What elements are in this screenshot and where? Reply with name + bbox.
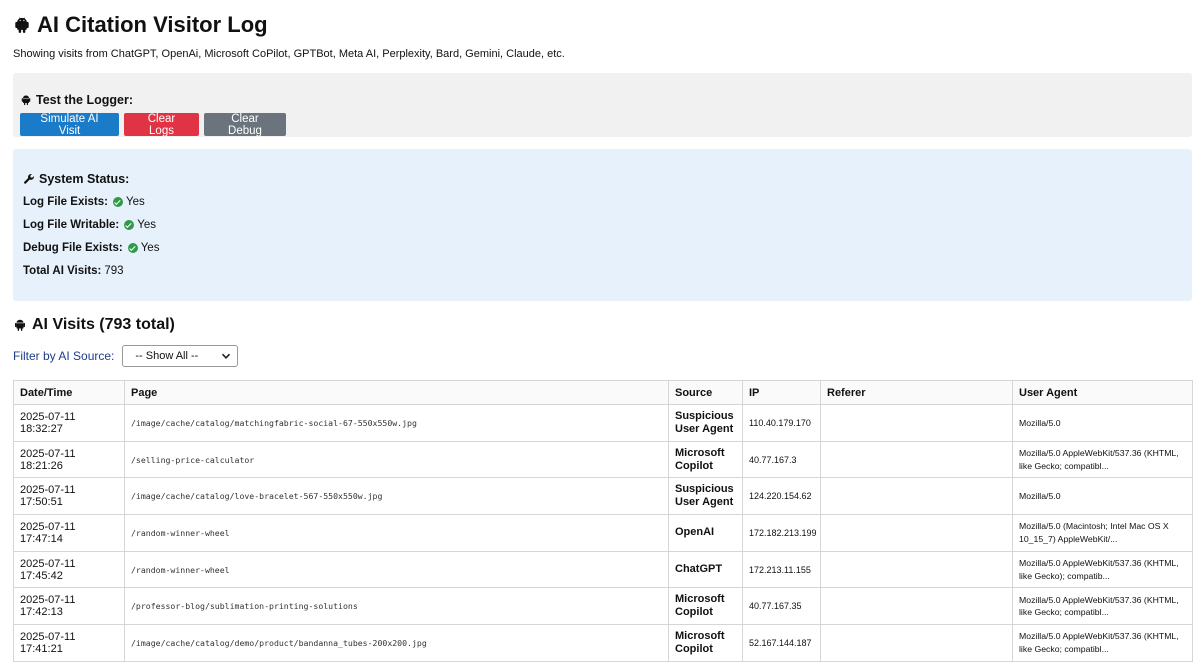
column-header-ip[interactable]: IP <box>742 380 821 405</box>
column-header-datetime[interactable]: Date/Time <box>13 380 125 405</box>
status-label: Log File Exists: <box>23 196 108 209</box>
cell-datetime: 2025-07-11 18:21:26 <box>13 440 125 479</box>
table-row: 2025-07-11 17:41:21 /image/cache/catalog… <box>13 624 1193 662</box>
cell-source: Microsoft Copilot <box>668 440 743 479</box>
cell-ip: 52.167.144.187 <box>742 624 821 662</box>
source-filter-select[interactable]: -- Show All -- <box>122 345 239 367</box>
cell-page: /image/cache/catalog/demo/product/bandan… <box>124 624 669 662</box>
status-label: Log File Writable: <box>23 219 120 232</box>
test-logger-title-text: Test the Logger: <box>36 93 133 107</box>
cell-ip: 110.40.179.170 <box>742 404 821 442</box>
cell-source: OpenAI <box>668 514 743 552</box>
cell-user-agent: Mozilla/5.0 AppleWebKit/537.36 (KHTML, l… <box>1012 624 1193 662</box>
source-filter: Filter by AI Source: -- Show All -- <box>13 344 1192 368</box>
cell-source: Microsoft Copilot <box>668 587 743 626</box>
cell-user-agent: Mozilla/5.0 AppleWebKit/537.36 (KHTML, l… <box>1012 440 1193 479</box>
status-value: Yes <box>137 219 157 232</box>
cell-source: ChatGPT <box>668 550 743 589</box>
chevron-down-icon <box>221 351 231 361</box>
visits-table: Date/Time Page Source IP Referer User Ag… <box>13 380 1193 662</box>
android-icon <box>13 318 27 332</box>
visits-heading: AI Visits (793 total) <box>13 315 1192 335</box>
clear-logs-button[interactable]: Clear Logs <box>124 113 199 137</box>
table-row: 2025-07-11 17:45:42 /random-winner-wheel… <box>13 550 1193 589</box>
status-value: 793 <box>104 265 124 278</box>
column-header-user-agent[interactable]: User Agent <box>1012 380 1193 405</box>
cell-referer <box>820 514 1013 552</box>
cell-datetime: 2025-07-11 17:42:13 <box>13 587 125 626</box>
cell-user-agent: Mozilla/5.0 <box>1012 404 1193 442</box>
android-icon <box>20 94 32 106</box>
cell-user-agent: Mozilla/5.0 (Macintosh; Intel Mac OS X 1… <box>1012 514 1193 552</box>
filter-selected-value: -- Show All -- <box>135 350 199 362</box>
cell-referer <box>820 477 1013 516</box>
cell-source: Microsoft Copilot <box>668 624 743 662</box>
cell-page: /random-winner-wheel <box>124 550 669 589</box>
visits-heading-text: AI Visits (793 total) <box>32 316 175 333</box>
table-row: 2025-07-11 18:21:26 /selling-price-calcu… <box>13 440 1193 479</box>
status-total-visits: Total AI Visits: 793 <box>23 264 1182 280</box>
cell-source: Suspicious User Agent <box>668 404 743 442</box>
cell-ip: 172.213.11.155 <box>742 550 821 589</box>
column-header-source[interactable]: Source <box>668 380 743 405</box>
cell-page: /random-winner-wheel <box>124 514 669 552</box>
check-circle-icon <box>124 220 135 231</box>
cell-datetime: 2025-07-11 17:45:42 <box>13 550 125 589</box>
status-value: Yes <box>140 242 160 255</box>
cell-datetime: 2025-07-11 17:50:51 <box>13 477 125 516</box>
wrench-icon <box>23 173 35 185</box>
cell-referer <box>820 440 1013 479</box>
clear-debug-button[interactable]: Clear Debug <box>204 113 286 137</box>
cell-page: /professor-blog/sublimation-printing-sol… <box>124 587 669 626</box>
page-subtitle: Showing visits from ChatGPT, OpenAi, Mic… <box>13 48 565 60</box>
cell-page: /selling-price-calculator <box>124 440 669 479</box>
cell-referer <box>820 587 1013 626</box>
status-log-writable: Log File Writable: Yes <box>23 218 1182 234</box>
table-row: 2025-07-11 17:42:13 /professor-blog/subl… <box>13 587 1193 626</box>
table-row: 2025-07-11 17:50:51 /image/cache/catalog… <box>13 477 1193 516</box>
cell-datetime: 2025-07-11 18:32:27 <box>13 404 125 442</box>
page-title-text: AI Citation Visitor Log <box>37 11 268 37</box>
cell-user-agent: Mozilla/5.0 AppleWebKit/537.36 (KHTML, l… <box>1012 550 1193 589</box>
table-row: 2025-07-11 18:32:27 /image/cache/catalog… <box>13 404 1193 442</box>
check-circle-icon <box>127 243 138 254</box>
simulate-ai-visit-button[interactable]: Simulate AI Visit <box>20 113 119 137</box>
table-row: 2025-07-11 17:47:14 /random-winner-wheel… <box>13 514 1193 552</box>
cell-referer <box>820 404 1013 442</box>
column-header-referer[interactable]: Referer <box>820 380 1013 405</box>
status-label: Total AI Visits: <box>23 265 102 278</box>
cell-ip: 124.220.154.62 <box>742 477 821 516</box>
cell-ip: 40.77.167.35 <box>742 587 821 626</box>
test-logger-panel: Test the Logger: Simulate AI Visit Clear… <box>13 73 1192 137</box>
status-log-exists: Log File Exists: Yes <box>23 195 1182 211</box>
cell-ip: 40.77.167.3 <box>742 440 821 479</box>
status-value: Yes <box>126 196 145 209</box>
status-debug-exists: Debug File Exists: Yes <box>23 241 1182 257</box>
cell-source: Suspicious User Agent <box>668 477 743 516</box>
cell-datetime: 2025-07-11 17:47:14 <box>13 514 125 552</box>
filter-label: Filter by AI Source: <box>13 349 115 363</box>
test-logger-title: Test the Logger: <box>20 92 1184 108</box>
cell-referer <box>820 550 1013 589</box>
system-status-panel: System Status: Log File Exists: Yes Log … <box>13 149 1192 301</box>
column-header-page[interactable]: Page <box>124 380 669 405</box>
system-status-title: System Status: <box>23 171 1182 187</box>
cell-user-agent: Mozilla/5.0 AppleWebKit/537.36 (KHTML, l… <box>1012 587 1193 626</box>
cell-user-agent: Mozilla/5.0 <box>1012 477 1193 516</box>
table-header-row: Date/Time Page Source IP Referer User Ag… <box>13 380 1193 405</box>
cell-ip: 172.182.213.199 <box>742 514 821 552</box>
status-label: Debug File Exists: <box>23 242 123 255</box>
system-status-title-text: System Status: <box>39 172 130 186</box>
cell-page: /image/cache/catalog/matchingfabric-soci… <box>124 404 669 442</box>
check-circle-icon <box>113 197 123 208</box>
cell-datetime: 2025-07-11 17:41:21 <box>13 624 125 662</box>
cell-page: /image/cache/catalog/love-bracelet-567-5… <box>124 477 669 516</box>
page-title: AI Citation Visitor Log <box>13 0 1192 40</box>
android-icon <box>13 16 31 34</box>
cell-referer <box>820 624 1013 662</box>
